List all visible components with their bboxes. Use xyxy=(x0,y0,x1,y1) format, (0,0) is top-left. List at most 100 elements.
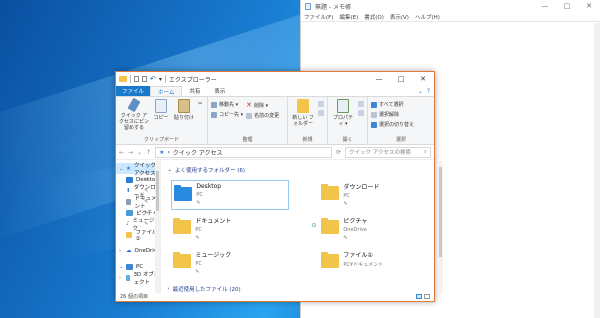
chevron-right-icon[interactable]: › xyxy=(119,275,121,281)
address-bar[interactable]: ★ › クイック アクセス xyxy=(155,146,332,158)
cut-button[interactable]: ✂ xyxy=(198,101,202,107)
new-folder-button[interactable]: 新しい フォルダー xyxy=(291,99,315,135)
chevron-down-icon: ⌄ xyxy=(167,167,172,173)
delete-button[interactable]: ✕ 削除 ▾ xyxy=(246,101,279,109)
copy-button[interactable]: コピー xyxy=(152,99,170,135)
ribbon-group-open: プロパティ ▾ 開く xyxy=(328,97,368,144)
properties-icon xyxy=(337,99,349,113)
view-toggle xyxy=(416,294,434,299)
sidebar-item-documents[interactable]: ドキュメント ✎ xyxy=(116,196,160,210)
notepad-scrollbar[interactable] xyxy=(594,23,600,318)
desktop-icon xyxy=(174,185,193,201)
pictures-folder-icon xyxy=(321,218,340,234)
navigation-scrollbar[interactable] xyxy=(155,161,161,293)
chevron-down-icon[interactable]: ▾ xyxy=(159,76,162,83)
tab-home[interactable]: ホーム xyxy=(150,86,183,96)
sidebar-item-onedrive[interactable]: › ☁ OneDrive xyxy=(116,245,160,256)
clipboard-small-buttons: ✂ xyxy=(198,99,202,135)
folder-tile-documents[interactable]: ドキュメント PC ✎ xyxy=(171,214,289,244)
paste-button[interactable]: 貼り付け xyxy=(173,99,195,135)
folder-tile-file1[interactable]: ファイル① PC¥ドキュメント xyxy=(319,248,437,278)
properties-button[interactable]: プロパティ ▾ xyxy=(331,99,355,135)
desktop-icon xyxy=(126,176,133,183)
pin-to-quick-access-button[interactable]: クイック アクセスにピン留めする xyxy=(119,97,149,135)
folder-tile-desktop[interactable]: Desktop PC ✎ xyxy=(171,180,290,210)
pin-icon: ✎ xyxy=(195,235,200,241)
select-buttons: すべて選択 選択解除 選択の切り替え xyxy=(371,99,414,135)
chevron-down-icon[interactable]: ⌄ xyxy=(119,166,123,172)
menu-file[interactable]: ファイル(F) xyxy=(304,13,333,21)
open-button[interactable] xyxy=(358,101,364,107)
ribbon-group-label: 新規 xyxy=(302,137,313,143)
move-to-button[interactable]: 移動先 ▾ xyxy=(211,101,243,108)
navigation-pane: ⌄ ★ クイック アクセス Desktop ✎ ⬇ ダウンロード ✎ ドキュメン… xyxy=(116,161,162,293)
menu-help[interactable]: ヘルプ(H) xyxy=(415,13,440,21)
copy-to-button[interactable]: コピー先 ▾ xyxy=(211,111,243,118)
chevron-down-icon[interactable]: ⌄ xyxy=(137,149,142,156)
ribbon-group-label: 整理 xyxy=(242,137,253,143)
up-arrow-icon[interactable]: ↑ xyxy=(146,149,151,156)
back-arrow-icon[interactable]: ← xyxy=(119,149,124,156)
invert-selection-icon xyxy=(371,121,377,128)
easy-access-button[interactable] xyxy=(318,110,324,116)
folder-name: ダウンロード xyxy=(343,184,380,191)
cut-icon: ✂ xyxy=(198,101,203,107)
folder-tile-pictures[interactable]: ⊙ ピクチャ OneDrive ✎ xyxy=(311,214,437,244)
select-all-label: すべて選択 xyxy=(379,102,404,108)
menu-edit[interactable]: 編集(E) xyxy=(339,13,358,21)
maximize-button[interactable]: □ xyxy=(390,72,412,86)
close-button[interactable]: ✕ xyxy=(578,0,600,12)
folder-tile-music[interactable]: ミュージック PC ✎ xyxy=(171,248,289,278)
item-count: 26 個の項目 xyxy=(120,294,148,300)
select-none-label: 選択解除 xyxy=(379,112,400,118)
large-icons-view-icon[interactable] xyxy=(424,294,430,299)
new-item-button[interactable] xyxy=(318,101,324,107)
invert-selection-button[interactable]: 選択の切り替え xyxy=(371,121,414,128)
chevron-right-icon[interactable]: › xyxy=(119,248,121,254)
tab-view[interactable]: 表示 xyxy=(207,86,232,96)
pin-icon: ✎ xyxy=(343,235,348,241)
details-view-icon[interactable] xyxy=(416,294,422,299)
frequent-folders-header[interactable]: ⌄ よく使用するフォルダー (6) xyxy=(167,165,437,175)
organize-left-buttons: 移動先 ▾ コピー先 ▾ xyxy=(211,99,243,135)
minimize-button[interactable]: — xyxy=(534,0,556,12)
folder-icon xyxy=(119,76,127,82)
close-button[interactable]: ✕ xyxy=(412,72,434,86)
onedrive-icon: ☁ xyxy=(126,247,132,254)
menu-view[interactable]: 表示(V) xyxy=(390,13,409,21)
rename-button[interactable]: 名前の変更 xyxy=(246,112,279,119)
file-list: ⌄ よく使用するフォルダー (6) Desktop PC ✎ ダウンロード PC… xyxy=(161,161,444,293)
content-scrollbar[interactable] xyxy=(438,161,444,293)
refresh-icon[interactable]: ⟳ xyxy=(336,149,341,156)
new-folder-quick-icon[interactable] xyxy=(142,76,147,82)
help-icon[interactable]: ? xyxy=(427,88,430,95)
tab-file[interactable]: ファイル xyxy=(116,86,151,96)
rename-icon xyxy=(246,112,253,119)
select-none-button[interactable]: 選択解除 xyxy=(371,111,414,118)
folder-location: PC xyxy=(196,192,203,198)
chevron-down-icon[interactable]: ⌄ xyxy=(418,88,423,95)
menu-format[interactable]: 書式(O) xyxy=(364,13,384,21)
select-all-button[interactable]: すべて選択 xyxy=(371,101,414,108)
breadcrumb-separator: › xyxy=(167,148,170,156)
explorer-window[interactable]: ↶ ▾ エクスプローラー — □ ✕ ファイル ホーム 共有 表示 ⌄ ? クイ… xyxy=(115,71,444,302)
notepad-title: 無題 - メモ帳 xyxy=(315,3,351,11)
minimize-button[interactable]: — xyxy=(368,72,390,86)
forward-arrow-icon[interactable]: → xyxy=(128,149,133,156)
tab-share[interactable]: 共有 xyxy=(182,86,207,96)
search-input[interactable]: クイック アクセスの検索 ⌕ xyxy=(345,146,431,158)
undo-icon[interactable]: ↶ xyxy=(150,75,156,83)
folder-tile-downloads[interactable]: ダウンロード PC ✎ xyxy=(319,180,437,210)
paste-label: 貼り付け xyxy=(173,115,194,121)
sidebar-item-3d-objects[interactable]: › 3D オブジェクト xyxy=(116,272,160,286)
maximize-button[interactable]: □ xyxy=(556,0,578,12)
ribbon-right-controls: ⌄ ? xyxy=(418,86,434,96)
sidebar-item-quick-access[interactable]: ⌄ ★ クイック アクセス xyxy=(116,163,161,177)
edit-button[interactable] xyxy=(358,110,364,116)
breadcrumb[interactable]: クイック アクセス xyxy=(173,148,223,157)
properties-quick-icon[interactable] xyxy=(134,76,139,82)
notepad-window-controls: — □ ✕ xyxy=(534,0,600,12)
sidebar-item-file1[interactable]: ファイル① xyxy=(116,229,160,242)
chevron-down-icon[interactable]: ⌄ xyxy=(119,264,123,270)
notepad-icon xyxy=(305,2,311,10)
